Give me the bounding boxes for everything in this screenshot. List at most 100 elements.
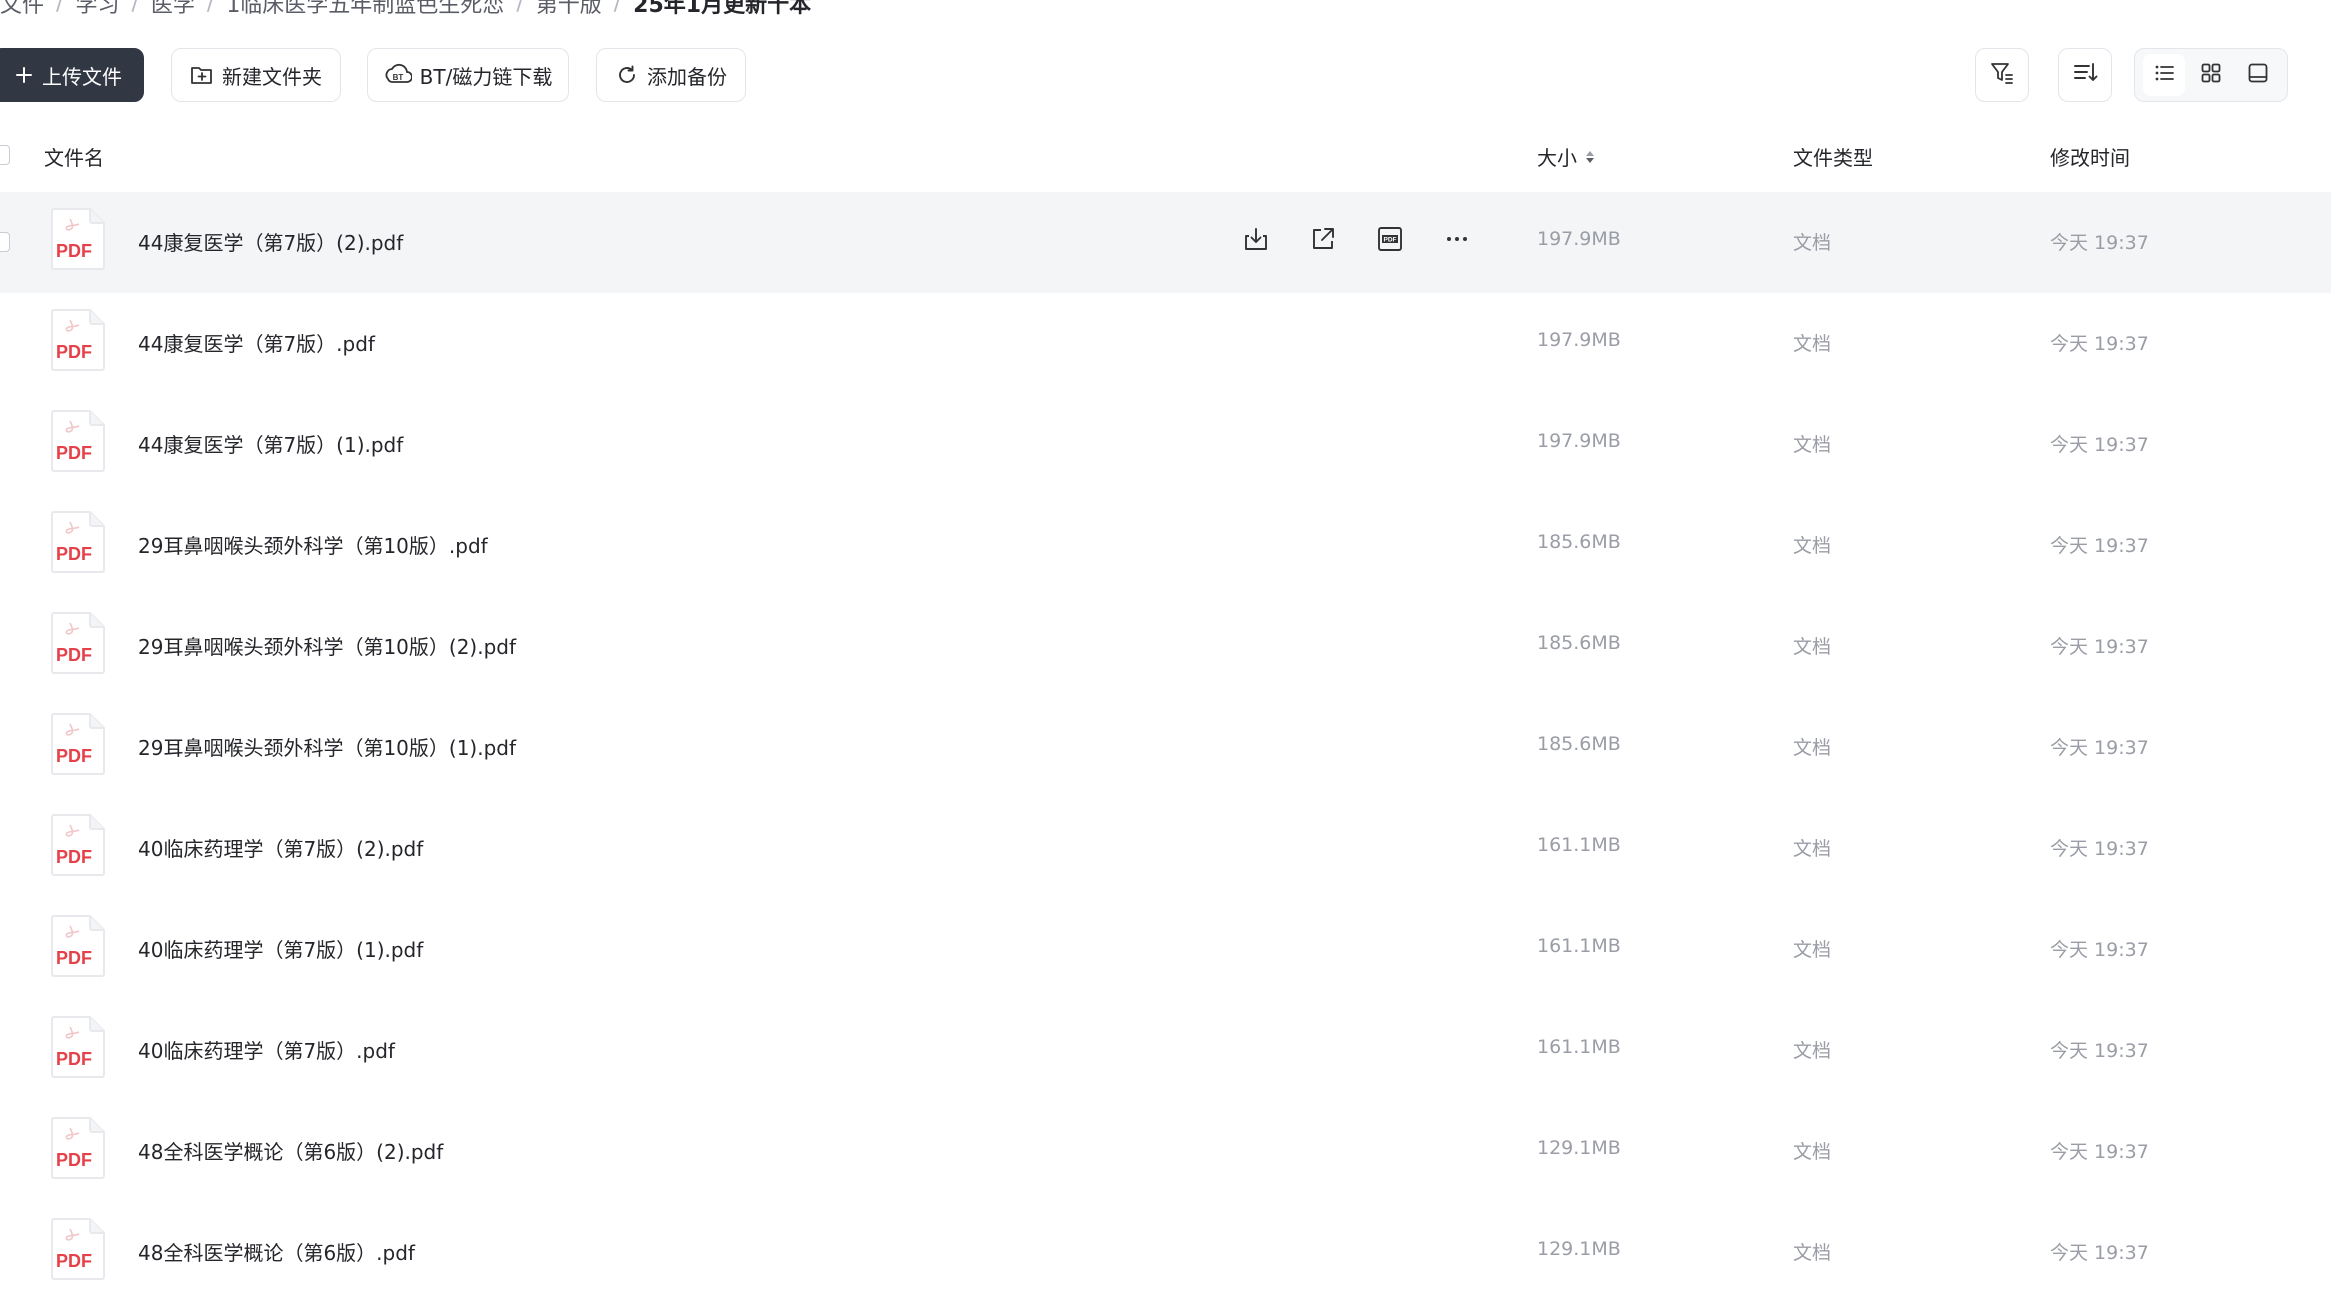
file-type: 文档 (1793, 939, 1832, 961)
add-backup-button[interactable]: 添加备份 (596, 48, 746, 102)
pdf-file-icon: PDF (50, 308, 106, 376)
file-modified-time: 今天 19:37 (2050, 434, 2149, 456)
file-name[interactable]: 44康复医学（第7版）(1).pdf (138, 429, 403, 458)
plus-icon (14, 65, 34, 85)
table-row[interactable]: PDF 40临床药理学（第7版）.pdf PDF (0, 1000, 2331, 1101)
file-size: 185.6MB (1537, 733, 1621, 755)
upload-button-label: 上传文件 (42, 64, 122, 89)
svg-text:PDF: PDF (1384, 237, 1397, 244)
table-row[interactable]: PDF 44康复医学（第7版）(2).pdf PDF 197.9MB 文档 今天… (0, 192, 2331, 293)
new-folder-button[interactable]: 新建文件夹 (171, 48, 341, 102)
file-size: 129.1MB (1537, 1238, 1621, 1260)
pdf-file-icon: PDF (50, 1015, 106, 1083)
file-modified-time: 今天 19:37 (2050, 535, 2149, 557)
breadcrumb-item-clinical[interactable]: 1临床医学五年制蓝色生死恋 (226, 0, 504, 19)
file-size: 185.6MB (1537, 531, 1621, 553)
more-icon (1444, 226, 1470, 256)
file-modified-time: 今天 19:37 (2050, 737, 2149, 759)
table-row[interactable]: PDF 40临床药理学（第7版）(1).pdf PDF (0, 899, 2331, 1000)
column-header-name[interactable]: 文件名 (44, 142, 104, 171)
new-folder-button-label: 新建文件夹 (222, 64, 322, 89)
breadcrumb-item-edition[interactable]: 第十版 (536, 0, 602, 19)
breadcrumb: 文件 / 学习 / 医学 / 1临床医学五年制蓝色生死恋 / 第十版 / 25年… (0, 0, 811, 20)
pdf-file-icon-label: PDF (56, 544, 92, 564)
grid-view-button[interactable] (2190, 54, 2232, 96)
preview-view-icon (2247, 62, 2269, 88)
breadcrumb-item-files[interactable]: 文件 (0, 0, 44, 19)
row-download-button[interactable] (1236, 221, 1276, 261)
view-mode-switch (2134, 48, 2288, 102)
filter-button[interactable] (1975, 48, 2029, 102)
column-header-size[interactable]: 大小 (1537, 142, 1595, 171)
row-share-button[interactable] (1303, 221, 1343, 261)
folder-plus-icon (190, 64, 214, 86)
file-name[interactable]: 48全科医学概论（第6版）(2).pdf (138, 1136, 443, 1165)
pdf-file-icon-label: PDF (56, 948, 92, 968)
breadcrumb-separator: / (56, 0, 64, 16)
toolbar: 上传文件 新建文件夹 BT BT/磁力链下载 添加备份 (0, 48, 2331, 102)
file-type: 文档 (1793, 434, 1832, 456)
table-row[interactable]: PDF 44康复医学（第7版）.pdf PDF (0, 293, 2331, 394)
file-modified-time: 今天 19:37 (2050, 333, 2149, 355)
row-checkbox[interactable] (0, 232, 10, 252)
file-name[interactable]: 29耳鼻咽喉头颈外科学（第10版）(2).pdf (138, 631, 516, 660)
pdf-file-icon: PDF (50, 207, 106, 275)
file-modified-time: 今天 19:37 (2050, 636, 2149, 658)
pdf-file-icon-label: PDF (56, 1150, 92, 1170)
pdf-file-icon-label: PDF (56, 1049, 92, 1069)
pdf-convert-icon: PDF (1376, 225, 1404, 257)
breadcrumb-separator: / (613, 0, 622, 16)
sort-button[interactable] (2058, 48, 2112, 102)
row-more-button[interactable] (1437, 221, 1477, 261)
file-name[interactable]: 44康复医学（第7版）.pdf (138, 328, 375, 357)
breadcrumb-item-medicine[interactable]: 医学 (151, 0, 195, 19)
table-row[interactable]: PDF 48全科医学概论（第6版）(2).pdf PDF (0, 1101, 2331, 1202)
file-modified-time: 今天 19:37 (2050, 1141, 2149, 1163)
bt-download-button-label: BT/磁力链下载 (419, 64, 553, 89)
pdf-file-icon-label: PDF (56, 342, 92, 362)
sync-icon (615, 63, 639, 87)
table-row[interactable]: PDF 29耳鼻咽喉头颈外科学（第10版）.pdf PDF (0, 495, 2331, 596)
table-row[interactable]: PDF 29耳鼻咽喉头颈外科学（第10版）(1).pdf PDF (0, 697, 2331, 798)
breadcrumb-item-study[interactable]: 学习 (75, 0, 119, 19)
file-size: 161.1MB (1537, 935, 1621, 957)
breadcrumb-separator: / (131, 0, 139, 16)
sort-icon (2072, 60, 2098, 90)
column-header-type[interactable]: 文件类型 (1793, 142, 1873, 171)
filter-icon (1989, 60, 2015, 90)
add-backup-button-label: 添加备份 (647, 64, 727, 89)
pdf-file-icon-label: PDF (56, 241, 92, 261)
file-type: 文档 (1793, 737, 1832, 759)
preview-view-button[interactable] (2237, 54, 2279, 96)
column-header-modified[interactable]: 修改时间 (2050, 142, 2130, 171)
file-modified-time: 今天 19:37 (2050, 838, 2149, 860)
pdf-file-icon-label: PDF (56, 1251, 92, 1271)
table-row[interactable]: PDF 48全科医学概论（第6版）.pdf PDF (0, 1202, 2331, 1295)
table-row[interactable]: PDF 44康复医学（第7版）(1).pdf PDF (0, 394, 2331, 495)
file-name[interactable]: 40临床药理学（第7版）.pdf (138, 1035, 395, 1064)
sort-caret-icon (1585, 149, 1595, 165)
grid-view-icon (2200, 62, 2222, 88)
select-all-checkbox[interactable] (0, 145, 10, 165)
file-name[interactable]: 40临床药理学（第7版）(1).pdf (138, 934, 423, 963)
file-type: 文档 (1793, 1141, 1832, 1163)
row-pdf-convert-button[interactable]: PDF (1370, 221, 1410, 261)
upload-button[interactable]: 上传文件 (0, 48, 144, 102)
download-icon (1243, 226, 1269, 256)
file-name[interactable]: 40临床药理学（第7版）(2).pdf (138, 833, 423, 862)
file-name[interactable]: 44康复医学（第7版）(2).pdf (138, 227, 403, 256)
file-name[interactable]: 29耳鼻咽喉头颈外科学（第10版）(1).pdf (138, 732, 516, 761)
file-modified-time: 今天 19:37 (2050, 939, 2149, 961)
list-view-button[interactable] (2143, 54, 2186, 96)
file-name[interactable]: 48全科医学概论（第6版）.pdf (138, 1237, 415, 1266)
table-row[interactable]: PDF 29耳鼻咽喉头颈外科学（第10版）(2).pdf PDF (0, 596, 2331, 697)
file-size: 197.9MB (1537, 329, 1621, 351)
file-size: 129.1MB (1537, 1137, 1621, 1159)
table-row[interactable]: PDF 40临床药理学（第7版）(2).pdf PDF (0, 798, 2331, 899)
file-name[interactable]: 29耳鼻咽喉头颈外科学（第10版）.pdf (138, 530, 488, 559)
share-icon (1310, 226, 1336, 256)
bt-icon: BT (384, 63, 412, 87)
file-type: 文档 (1793, 1040, 1832, 1062)
pdf-file-icon-label: PDF (56, 443, 92, 463)
bt-download-button[interactable]: BT BT/磁力链下载 (367, 48, 569, 102)
